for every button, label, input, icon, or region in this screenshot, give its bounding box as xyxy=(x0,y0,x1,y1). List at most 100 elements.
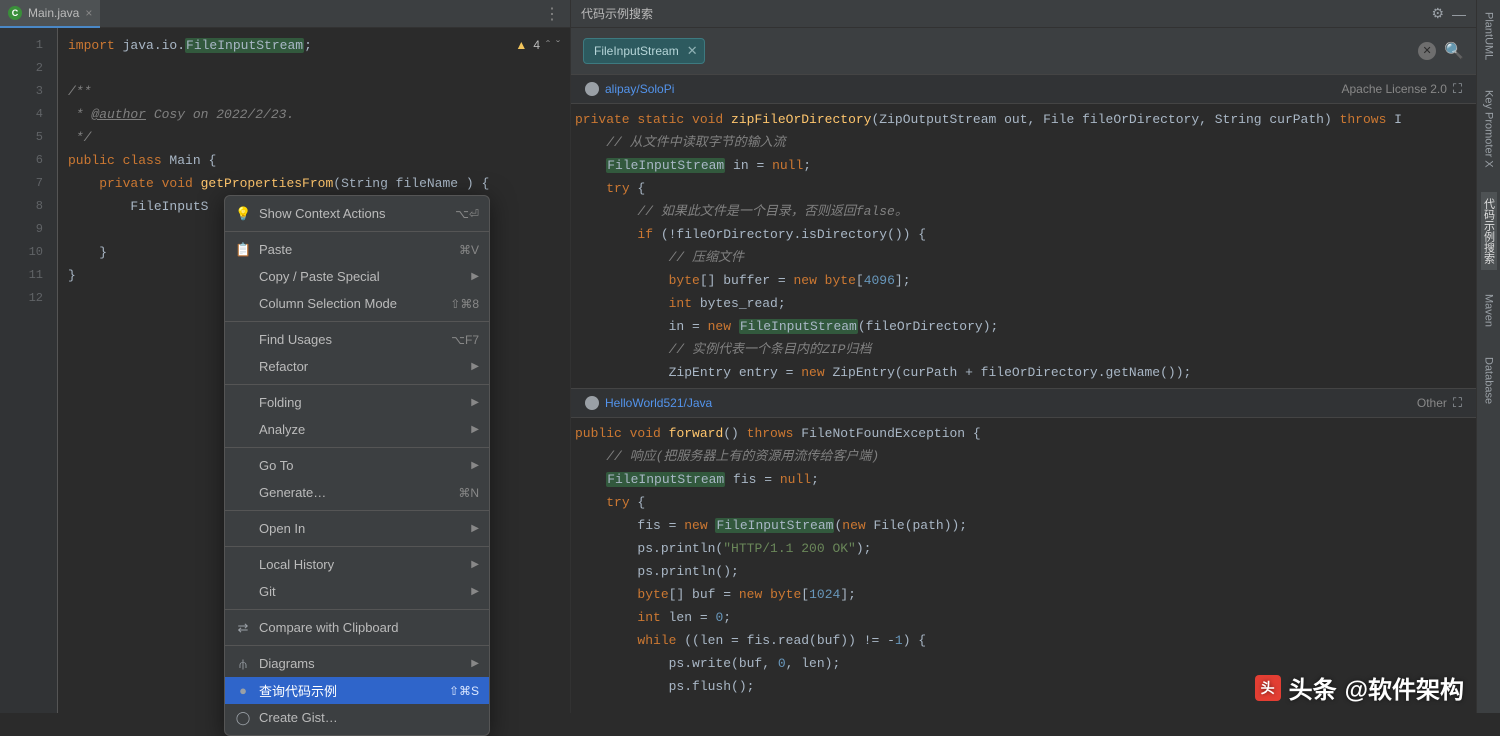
context-menu-item[interactable]: Git ▶ xyxy=(225,578,489,605)
code-search-panel: 代码示例搜索 ⚙ — FileInputStream ✕ ✕ 🔍 alipay/… xyxy=(570,0,1476,713)
chevron-down-icon[interactable]: ˇ xyxy=(556,34,560,57)
menu-item-shortcut: ⌘V xyxy=(459,243,479,257)
menu-item-label: Refactor xyxy=(259,359,463,374)
tab-options-icon[interactable]: ⋮ xyxy=(534,4,570,24)
repo-link[interactable]: HelloWorld521/Java xyxy=(605,396,712,410)
result-header: alipay/SoloPi Apache License 2.0 ⛶ xyxy=(571,74,1476,104)
context-menu-item[interactable]: Open In ▶ xyxy=(225,515,489,542)
context-menu-item[interactable]: ⇄ Compare with Clipboard xyxy=(225,614,489,641)
result-code[interactable]: private static void zipFileOrDirectory(Z… xyxy=(571,104,1476,388)
chevron-right-icon: ▶ xyxy=(471,586,479,597)
menu-item-icon: ⫛ xyxy=(235,656,251,672)
context-menu-item[interactable]: Column Selection Mode ⇧⌘8 xyxy=(225,290,489,317)
menu-item-label: Diagrams xyxy=(259,656,463,671)
chevron-right-icon: ▶ xyxy=(471,559,479,570)
menu-item-icon: ⇄ xyxy=(235,620,251,636)
menu-item-label: Go To xyxy=(259,458,463,473)
menu-item-icon: 📋 xyxy=(235,242,251,258)
expand-icon[interactable]: ⛶ xyxy=(1453,395,1462,411)
menu-item-shortcut: ⌥⏎ xyxy=(455,207,479,221)
menu-item-label: Open In xyxy=(259,521,463,536)
menu-item-shortcut: ⇧⌘8 xyxy=(450,297,479,311)
problems-indicator[interactable]: ▲ 4 ˆ ˇ xyxy=(515,34,560,57)
menu-item-label: Local History xyxy=(259,557,463,572)
menu-item-shortcut: ⌥F7 xyxy=(451,333,479,347)
side-tool-button[interactable]: Database xyxy=(1483,351,1495,410)
menu-item-label: Compare with Clipboard xyxy=(259,620,479,635)
context-menu-item[interactable]: Local History ▶ xyxy=(225,551,489,578)
search-icon[interactable]: 🔍 xyxy=(1444,41,1464,61)
context-menu-item[interactable]: Analyze ▶ xyxy=(225,416,489,443)
side-tool-button[interactable]: 代码示例搜索 xyxy=(1481,192,1497,270)
menu-item-label: Git xyxy=(259,584,463,599)
result-code[interactable]: public void forward() throws FileNotFoun… xyxy=(571,418,1476,702)
search-chip[interactable]: FileInputStream ✕ xyxy=(583,38,705,64)
clear-search-icon[interactable]: ✕ xyxy=(1418,42,1436,60)
context-menu-item[interactable]: Refactor ▶ xyxy=(225,353,489,380)
side-tool-button[interactable]: Maven xyxy=(1483,288,1495,333)
chevron-up-icon[interactable]: ˆ xyxy=(546,34,550,57)
editor-tabs-bar: C Main.java × ⋮ xyxy=(0,0,570,28)
search-bar: FileInputStream ✕ ✕ 🔍 xyxy=(571,28,1476,74)
menu-item-label: Generate… xyxy=(259,485,450,500)
menu-item-label: Find Usages xyxy=(259,332,443,347)
menu-item-icon: 💡 xyxy=(235,206,251,222)
context-menu-item[interactable]: Generate… ⌘N xyxy=(225,479,489,506)
chevron-right-icon: ▶ xyxy=(471,361,479,372)
menu-item-label: Copy / Paste Special xyxy=(259,269,463,284)
context-menu-item[interactable]: ⫛ Diagrams ▶ xyxy=(225,650,489,677)
menu-item-icon: ● xyxy=(235,683,251,698)
result-block: HelloWorld521/Java Other ⛶ public void f… xyxy=(571,388,1476,702)
github-icon xyxy=(585,396,599,410)
menu-item-icon: ◯ xyxy=(235,710,251,726)
menu-item-label: Column Selection Mode xyxy=(259,296,442,311)
menu-item-label: Create Gist… xyxy=(259,710,479,725)
chevron-right-icon: ▶ xyxy=(471,424,479,435)
warning-icon: ▲ xyxy=(515,34,527,57)
context-menu-item[interactable]: Find Usages ⌥F7 xyxy=(225,326,489,353)
tab-main-java[interactable]: C Main.java × xyxy=(0,0,100,28)
right-tool-strip: PlantUML Key Promoter X 代码示例搜索 Maven Databas… xyxy=(1476,0,1500,713)
editor-panel: C Main.java × ⋮ 1 2 3 4 5 6 7 8 9 10 11 … xyxy=(0,0,570,713)
context-menu-item[interactable]: ◯ Create Gist… xyxy=(225,704,489,731)
chip-label: FileInputStream xyxy=(594,44,679,58)
context-menu-item[interactable]: 📋 Paste ⌘V xyxy=(225,236,489,263)
github-icon xyxy=(585,82,599,96)
license-label: Apache License 2.0 xyxy=(1341,82,1446,96)
menu-item-shortcut: ⇧⌘S xyxy=(449,684,479,698)
context-menu-item[interactable]: ● 查询代码示例 ⇧⌘S xyxy=(225,677,489,704)
gear-icon[interactable]: ⚙ xyxy=(1431,5,1444,22)
panel-title: 代码示例搜索 xyxy=(581,5,653,22)
side-tool-button[interactable]: PlantUML xyxy=(1483,6,1495,66)
license-label: Other xyxy=(1417,396,1447,410)
menu-item-shortcut: ⌘N xyxy=(458,486,479,500)
context-menu-item[interactable]: Folding▶ xyxy=(225,389,489,416)
menu-item-label: Paste xyxy=(259,242,451,257)
close-icon[interactable]: × xyxy=(85,6,92,20)
chevron-right-icon: ▶ xyxy=(471,460,479,471)
expand-icon[interactable]: ⛶ xyxy=(1453,81,1462,97)
context-menu-item[interactable]: Go To ▶ xyxy=(225,452,489,479)
side-tool-button[interactable]: Key Promoter X xyxy=(1483,84,1495,174)
chevron-right-icon: ▶ xyxy=(471,523,479,534)
line-number-gutter: 1 2 3 4 5 6 7 8 9 10 11 12 xyxy=(0,28,58,713)
menu-item-label: 查询代码示例 xyxy=(259,681,441,700)
chevron-right-icon: ▶ xyxy=(471,658,479,669)
context-menu-item[interactable]: 💡 Show Context Actions ⌥⏎ xyxy=(225,200,489,227)
java-class-icon: C xyxy=(8,6,22,20)
menu-item-label: Show Context Actions xyxy=(259,206,447,221)
tab-filename: Main.java xyxy=(28,6,79,20)
context-menu-item[interactable]: Copy / Paste Special ▶ xyxy=(225,263,489,290)
menu-item-label: Analyze xyxy=(259,422,463,437)
repo-link[interactable]: alipay/SoloPi xyxy=(605,82,674,96)
chip-remove-icon[interactable]: ✕ xyxy=(687,43,698,59)
editor-context-menu: 💡 Show Context Actions ⌥⏎ 📋 Paste ⌘V Copy / Pa… xyxy=(224,195,490,736)
result-header: HelloWorld521/Java Other ⛶ xyxy=(571,388,1476,418)
minimize-icon[interactable]: — xyxy=(1452,6,1466,22)
result-block: alipay/SoloPi Apache License 2.0 ⛶ priva… xyxy=(571,74,1476,388)
chevron-right-icon: ▶ xyxy=(471,271,479,282)
panel-header: 代码示例搜索 ⚙ — xyxy=(571,0,1476,28)
results-list: alipay/SoloPi Apache License 2.0 ⛶ priva… xyxy=(571,74,1476,713)
warning-count: 4 xyxy=(533,34,540,57)
menu-item-label: Folding xyxy=(259,395,463,410)
